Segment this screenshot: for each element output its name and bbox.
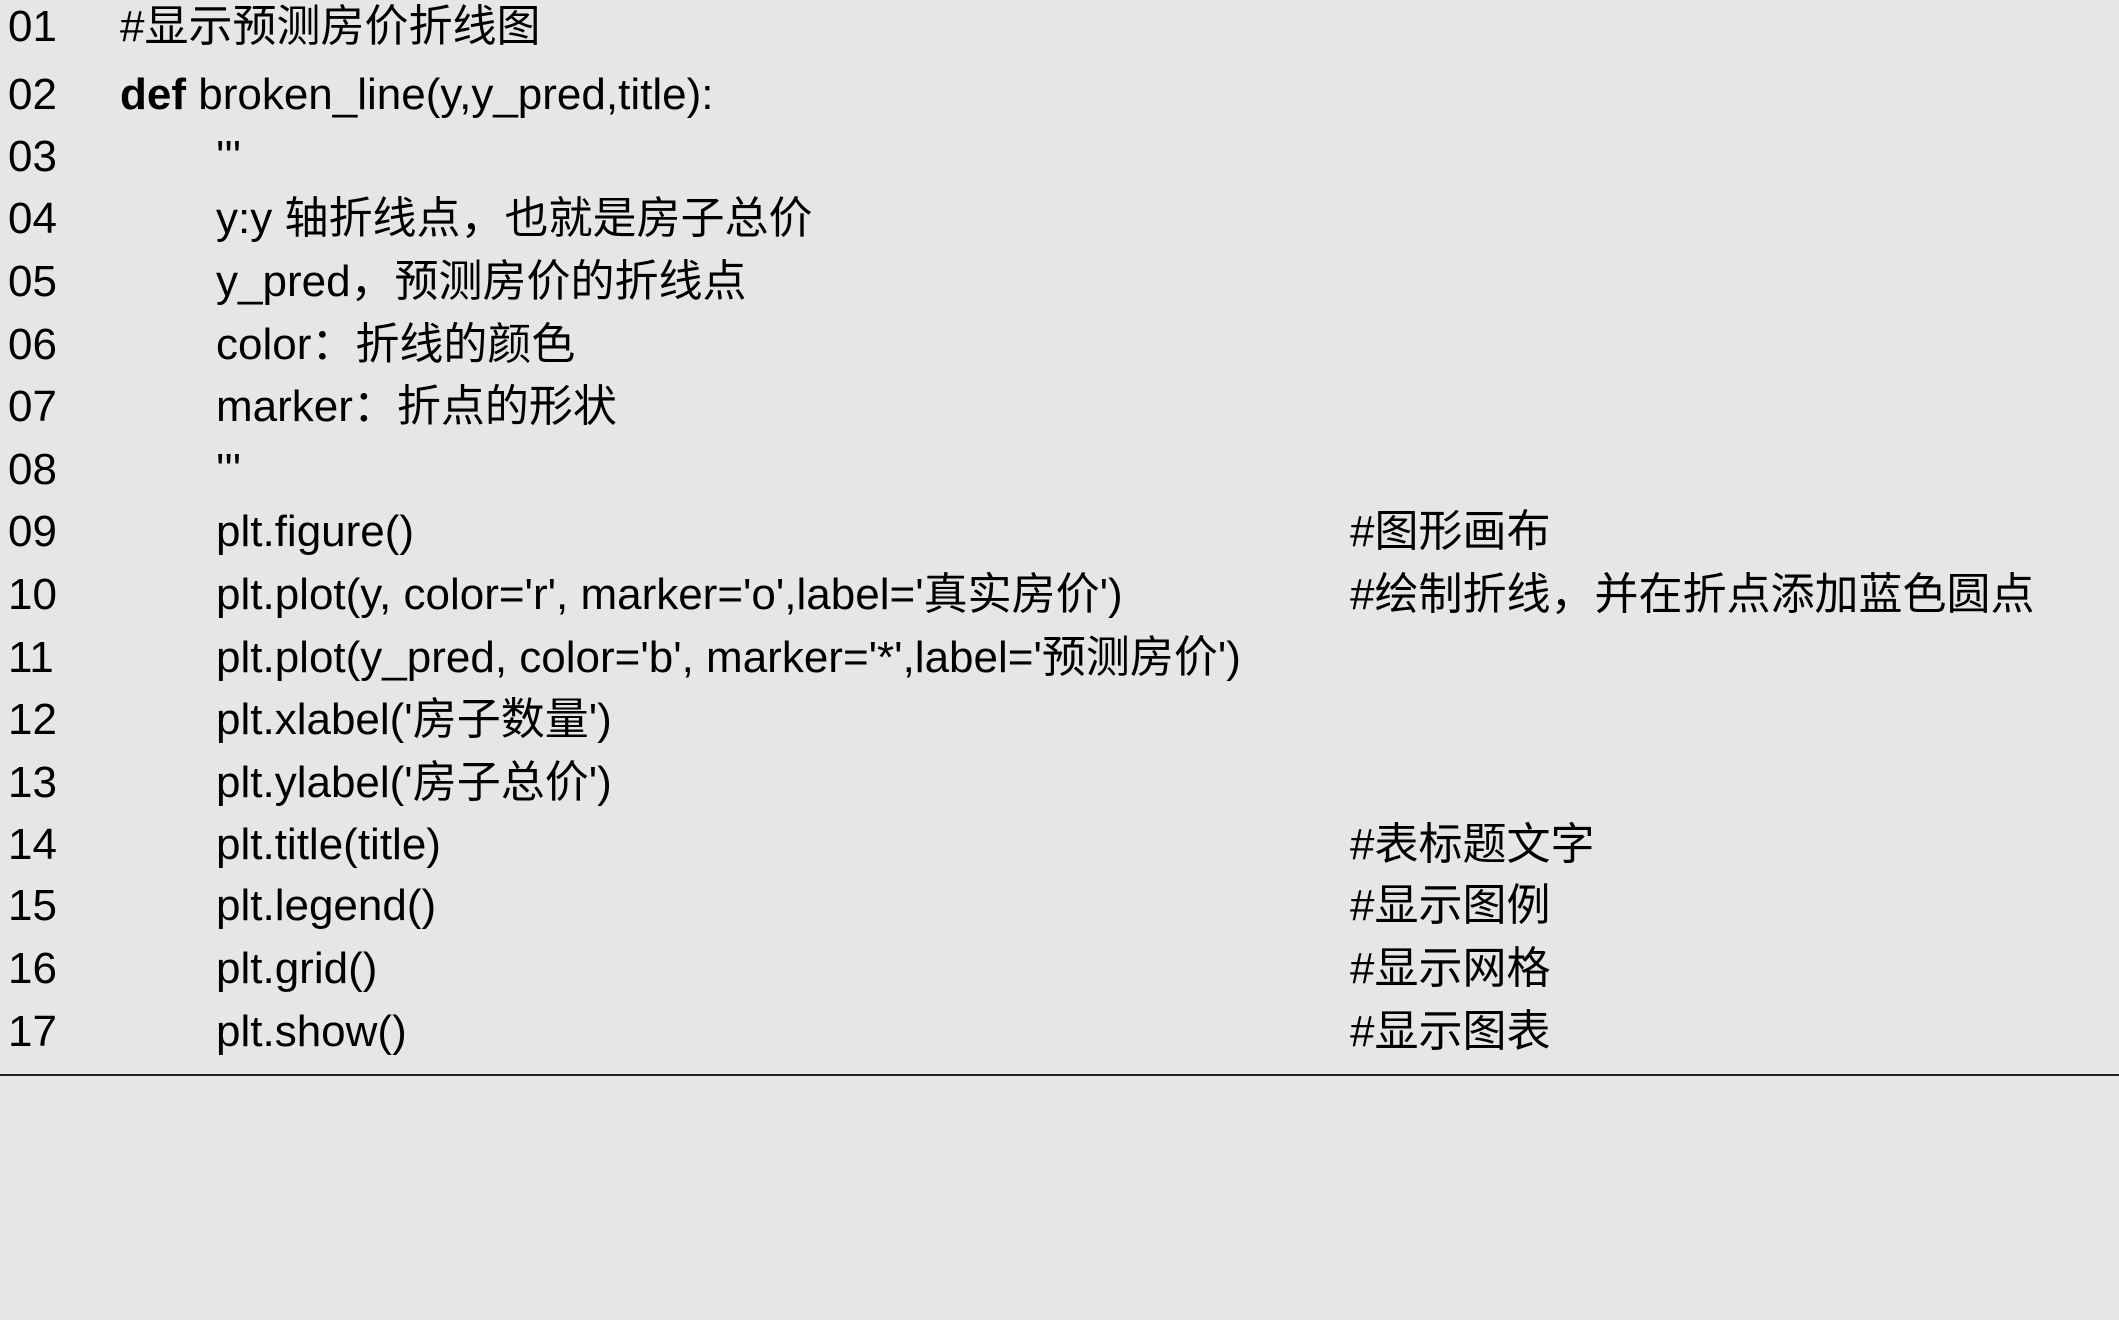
code-text: plt.show() [216, 1007, 407, 1056]
line-number: 03 [8, 132, 57, 181]
line-number: 05 [8, 257, 57, 306]
code-text: marker：折点的形状 [216, 382, 617, 431]
code-text: ''' [216, 132, 242, 181]
code-comment: #表标题文字 [1350, 820, 1595, 869]
code-line-15: 15 plt.legend() #显示图例 [0, 874, 2119, 938]
code-line-06: 06 color：折线的颜色 [0, 313, 2119, 377]
code-text: y_pred，预测房价的折线点 [216, 257, 747, 306]
code-text: ''' [216, 445, 242, 494]
code-line-05: 05 y_pred，预测房价的折线点 [0, 250, 2119, 314]
line-number: 13 [8, 758, 57, 807]
code-line-16: 16 plt.grid() #显示网格 [0, 937, 2119, 1001]
code-line-11: 11 plt.plot(y_pred, color='b', marker='*… [0, 626, 2119, 690]
code-text: color：折线的颜色 [216, 320, 576, 369]
line-number: 12 [8, 695, 57, 744]
code-text: plt.legend() [216, 881, 437, 930]
code-line-04: 04 y:y 轴折线点，也就是房子总价 [0, 187, 2119, 251]
code-line-07: 07 marker：折点的形状 [0, 375, 2119, 439]
line-number: 09 [8, 507, 57, 556]
line-number: 04 [8, 194, 57, 243]
line-number: 02 [8, 70, 57, 119]
code-line-02: 02 def broken_line(y,y_pred,title): [0, 63, 2119, 127]
code-text: plt.title(title) [216, 820, 441, 869]
line-number: 06 [8, 320, 57, 369]
code-comment: #显示图表 [1350, 1007, 1551, 1056]
line-number: 10 [8, 570, 57, 619]
line-number: 14 [8, 820, 57, 869]
code-text: #显示预测房价折线图 [120, 2, 541, 51]
code-line-03: 03 ''' [0, 125, 2119, 189]
code-line-10: 10 plt.plot(y, color='r', marker='o',lab… [0, 563, 2119, 627]
code-text: plt.ylabel('房子总价') [216, 758, 612, 807]
code-comment: #显示图例 [1350, 881, 1551, 930]
line-number: 15 [8, 881, 57, 930]
line-number: 11 [8, 633, 54, 682]
code-line-17: 17 plt.show() #显示图表 [0, 1000, 2119, 1064]
code-line-13: 13 plt.ylabel('房子总价') [0, 751, 2119, 815]
code-text: plt.plot(y, color='r', marker='o',label=… [216, 570, 1123, 619]
keyword-def: def [120, 70, 186, 119]
code-listing: 01 #显示预测房价折线图 02 def broken_line(y,y_pre… [0, 0, 2119, 1074]
code-text: plt.figure() [216, 507, 415, 556]
code-line-14: 14 plt.title(title) #表标题文字 [0, 813, 2119, 877]
function-signature: broken_line(y,y_pred,title): [186, 70, 714, 119]
line-number: 01 [8, 2, 57, 51]
code-line-08: 08 ''' [0, 438, 2119, 502]
line-number: 17 [8, 1007, 57, 1056]
code-comment: #绘制折线，并在折点添加蓝色圆点 [1350, 570, 2035, 619]
code-text: def broken_line(y,y_pred,title): [120, 63, 713, 127]
line-number: 16 [8, 944, 57, 993]
code-text: plt.grid() [216, 944, 378, 993]
line-number: 07 [8, 382, 57, 431]
code-text: plt.plot(y_pred, color='b', marker='*',l… [216, 633, 1241, 682]
code-comment: #图形画布 [1350, 507, 1551, 556]
code-text: plt.xlabel('房子数量') [216, 695, 612, 744]
code-line-09: 09 plt.figure() #图形画布 [0, 500, 2119, 564]
code-text: y:y 轴折线点，也就是房子总价 [216, 194, 813, 243]
code-line-12: 12 plt.xlabel('房子数量') [0, 688, 2119, 752]
code-line-01: 01 #显示预测房价折线图 [0, 0, 2119, 59]
code-comment: #显示网格 [1350, 944, 1551, 993]
line-number: 08 [8, 445, 57, 494]
